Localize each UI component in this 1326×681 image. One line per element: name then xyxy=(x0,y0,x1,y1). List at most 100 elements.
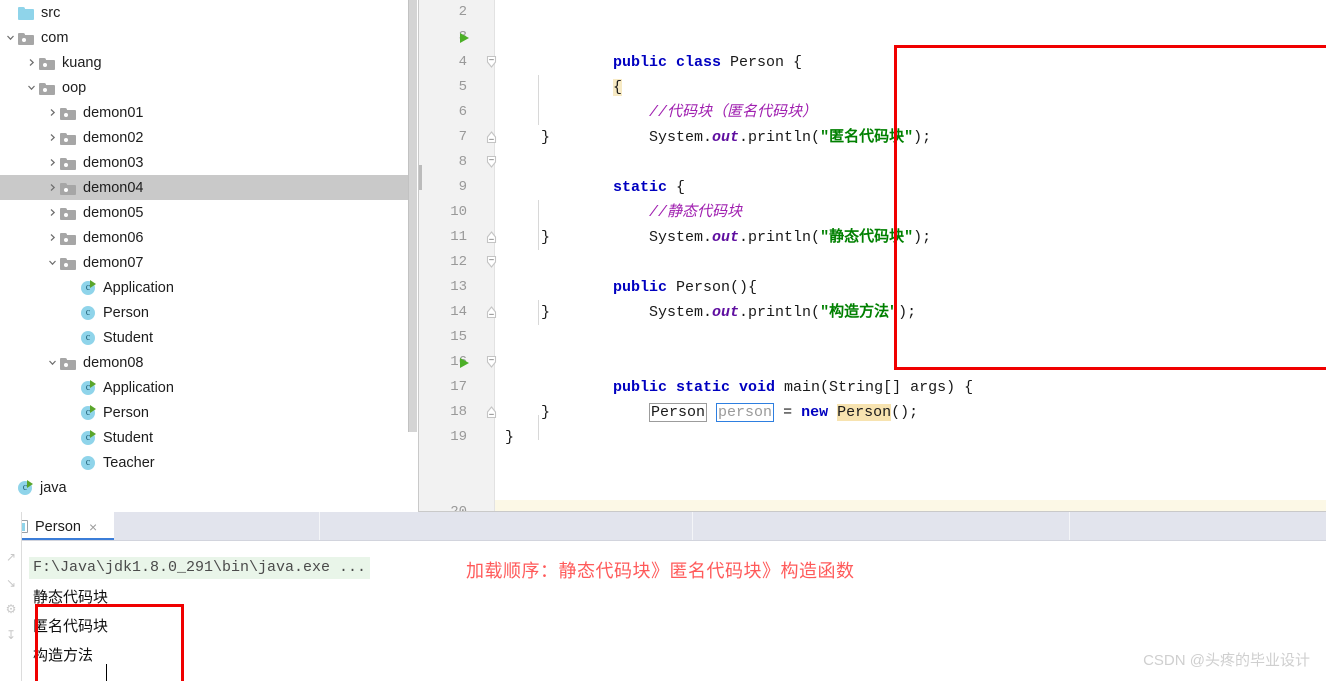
code-row-11[interactable]: } xyxy=(419,225,1326,250)
code-row-4[interactable]: { xyxy=(419,50,1326,96)
tree-item-demon02[interactable]: demon02 xyxy=(0,125,419,150)
rerun-icon[interactable]: ↗ xyxy=(4,550,18,564)
ide-window: src com kuang oop demon01 demon02 demon03 demon… xyxy=(0,0,1326,681)
code-row-16[interactable]: public static void main(String[] args) { xyxy=(419,350,1326,396)
gutter-row-15[interactable]: 15 xyxy=(419,325,1326,350)
tree-item-label: Student xyxy=(103,329,153,346)
tree-item-label: com xyxy=(41,29,69,46)
chevron-right-icon[interactable] xyxy=(44,150,60,175)
folder-icon xyxy=(60,130,77,145)
console-output-line: 构造方法 xyxy=(33,647,94,664)
folder-icon xyxy=(60,255,77,270)
code-row-19[interactable]: } xyxy=(419,425,1326,450)
code-row-10[interactable]: System.out.println("静态代码块"); xyxy=(419,200,1326,246)
console-output-line: 匿名代码块 xyxy=(33,618,109,635)
gutter-row-2[interactable]: 2 xyxy=(419,0,1326,25)
chevron-down-icon[interactable] xyxy=(44,250,60,275)
class-icon: c xyxy=(81,455,98,471)
tree-item-label: Application xyxy=(103,379,174,396)
project-tree-panel[interactable]: src com kuang oop demon01 demon02 demon03 demon… xyxy=(0,0,419,512)
chevron-right-icon[interactable] xyxy=(44,200,60,225)
line-number: 2 xyxy=(458,4,467,20)
chevron-right-icon[interactable] xyxy=(23,50,39,75)
sidebar-scrollbar-track[interactable] xyxy=(408,0,418,512)
tree-item-demon08[interactable]: demon08 xyxy=(0,350,419,375)
tree-item-demon04[interactable]: demon04 xyxy=(0,175,419,200)
code-row-13[interactable]: System.out.println("构造方法"); xyxy=(419,275,1326,321)
chevron-right-icon[interactable] xyxy=(44,225,60,250)
code-row-17[interactable]: Person person = new Person(); xyxy=(419,375,1326,422)
tree-item-oop[interactable]: oop xyxy=(0,75,419,100)
tree-item-demon03[interactable]: demon03 xyxy=(0,150,419,175)
tree-item-demon05[interactable]: demon05 xyxy=(0,200,419,225)
tree-item-kuang[interactable]: kuang xyxy=(0,50,419,75)
run-tab-bar[interactable]: Person × xyxy=(0,512,1326,541)
folder-icon xyxy=(60,180,77,195)
chevron-down-icon[interactable] xyxy=(44,350,60,375)
tree-item-demon01[interactable]: demon01 xyxy=(0,100,419,125)
code-row-12[interactable]: public Person(){ xyxy=(419,250,1326,296)
chevron-down-icon[interactable] xyxy=(2,25,18,50)
tree-item-label: demon02 xyxy=(83,129,144,146)
tree-item-application[interactable]: c Application xyxy=(0,375,419,400)
code-brace: } xyxy=(541,304,551,321)
code-row-14[interactable]: } xyxy=(419,300,1326,325)
chevron-right-icon[interactable] xyxy=(44,175,60,200)
tree-item-application[interactable]: c Application xyxy=(0,275,419,300)
code-brace: } xyxy=(541,129,551,146)
console-caret xyxy=(106,664,107,681)
code-row-6[interactable]: System.out.println("匿名代码块"); xyxy=(419,100,1326,146)
close-icon[interactable]: × xyxy=(89,520,97,534)
run-toolbar[interactable]: ↗ ↘ ⚙ ↧ xyxy=(0,512,21,681)
code-row-5[interactable]: //代码块（匿名代码块） xyxy=(419,75,1326,121)
tree-item-person[interactable]: c Person xyxy=(0,300,419,325)
code-row-9[interactable]: //静态代码块 xyxy=(419,175,1326,221)
tab-label: Person xyxy=(35,518,81,535)
tree-item-student[interactable]: c Student xyxy=(0,425,419,450)
code-row-3[interactable]: public class Person { xyxy=(419,25,1326,71)
tree-item-com[interactable]: com xyxy=(0,25,419,50)
code-brace: } xyxy=(505,429,515,446)
chevron-right-icon[interactable] xyxy=(44,125,60,150)
folder-icon xyxy=(39,55,56,70)
annotation-text: 加载顺序：静态代码块》匿名代码块》构造函数 xyxy=(466,561,855,581)
runnable-class-icon: c xyxy=(81,379,98,396)
print-icon[interactable]: ↧ xyxy=(4,628,18,642)
settings-icon[interactable]: ⚙ xyxy=(4,602,18,616)
code-editor[interactable]: 2 3 4 5 6 7 8 9 10 11 12 13 14 15 16 17 18 19 public clas… xyxy=(419,0,1326,513)
tree-item-java[interactable]: c java xyxy=(0,475,419,500)
tree-item-demon07[interactable]: demon07 xyxy=(0,250,419,275)
run-panel[interactable]: Person × ↗ ↘ ⚙ ↧ F:\Java\jdk1.8.0_291\bi… xyxy=(0,512,1326,681)
tree-item-demon06[interactable]: demon06 xyxy=(0,225,419,250)
runnable-class-icon: c xyxy=(81,279,98,296)
tree-item-person[interactable]: c Person xyxy=(0,400,419,425)
chevron-right-icon[interactable] xyxy=(44,100,60,125)
tree-item-teacher[interactable]: c Teacher xyxy=(0,450,419,475)
tabbar-separator xyxy=(319,512,320,541)
tree-item-label: demon06 xyxy=(83,229,144,246)
tree-item-student[interactable]: c Student xyxy=(0,325,419,350)
tree-item-label: java xyxy=(40,479,67,496)
sidebar-scrollbar-thumb[interactable] xyxy=(408,0,417,432)
tabbar-separator xyxy=(1069,512,1070,541)
class-icon: c xyxy=(81,305,98,321)
code-row-8[interactable]: static { xyxy=(419,150,1326,196)
tabbar-separator xyxy=(692,512,693,541)
tree-item-label: Application xyxy=(103,279,174,296)
tree-item-label: Person xyxy=(103,404,149,421)
folder-icon xyxy=(60,105,77,120)
tree-item-label: demon05 xyxy=(83,204,144,221)
project-tree[interactable]: src com kuang oop demon01 demon02 demon03 demon… xyxy=(0,0,419,500)
code-row-7[interactable]: } xyxy=(419,125,1326,150)
chevron-down-icon[interactable] xyxy=(23,75,39,100)
console-output-line: 静态代码块 xyxy=(33,589,109,606)
tree-item-label: Teacher xyxy=(103,454,155,471)
code-row-18[interactable]: } xyxy=(419,400,1326,425)
tree-item-label: demon04 xyxy=(83,179,144,196)
stop-icon[interactable]: ↘ xyxy=(4,576,18,590)
tree-item-src[interactable]: src xyxy=(0,0,419,25)
